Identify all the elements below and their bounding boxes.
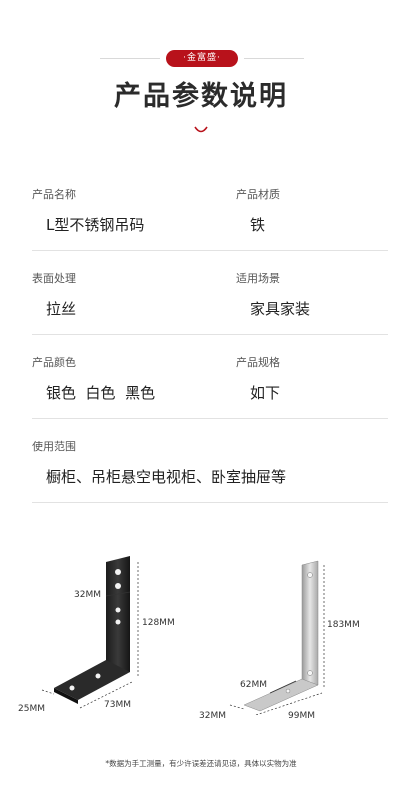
silver-width-dim: 32MM <box>199 711 226 721</box>
param-spec-value: 如下 <box>250 384 281 402</box>
brand-divider-left <box>100 58 160 59</box>
black-bracket-image <box>41 556 139 709</box>
param-row-3: 产品颜色 银色 白色 黑色 产品规格 如下 <box>32 354 388 419</box>
brand-badge: ·金富盛· <box>166 50 238 67</box>
param-material-label: 产品材质 <box>236 188 280 201</box>
param-material-value: 铁 <box>250 216 266 234</box>
silver-length-dim: 99MM <box>288 711 315 721</box>
silver-height-dim: 183MM <box>327 620 360 630</box>
param-usage: 使用范围 橱柜、吊柜悬空电视柜、卧室抽屉等 <box>32 438 388 487</box>
param-color-value: 银色 白色 黑色 <box>46 384 156 402</box>
silver-inner-dim: 62MM <box>240 680 267 690</box>
param-scene-value: 家具家装 <box>250 300 311 318</box>
page-title: 产品参数说明 <box>114 81 288 112</box>
black-height-dim: 128MM <box>142 618 175 628</box>
param-scene: 适用场景 家具家装 <box>236 270 386 319</box>
black-width-dim: 32MM <box>74 590 101 600</box>
param-row-1: 产品名称 L型不锈钢吊码 产品材质 铁 <box>32 186 388 251</box>
param-surface-label: 表面处理 <box>32 272 76 285</box>
brand-divider-right <box>244 58 304 59</box>
black-depth-dim: 25MM <box>18 704 45 714</box>
param-name-label: 产品名称 <box>32 188 76 201</box>
param-name: 产品名称 L型不锈钢吊码 <box>32 186 212 235</box>
black-length-dim: 73MM <box>104 700 131 710</box>
param-scene-label: 适用场景 <box>236 272 280 285</box>
silver-bracket-image <box>229 560 325 715</box>
param-color-label: 产品颜色 <box>32 356 76 369</box>
param-color: 产品颜色 银色 白色 黑色 <box>32 354 222 403</box>
param-row-4: 使用范围 橱柜、吊柜悬空电视柜、卧室抽屉等 <box>32 438 388 503</box>
param-name-value: L型不锈钢吊码 <box>46 216 145 234</box>
param-material: 产品材质 铁 <box>236 186 386 235</box>
param-row-2: 表面处理 拉丝 适用场景 家具家装 <box>32 270 388 335</box>
param-surface-value: 拉丝 <box>46 300 77 318</box>
param-spec-label: 产品规格 <box>236 356 280 369</box>
param-spec: 产品规格 如下 <box>236 354 386 403</box>
smile-decoration-icon <box>194 126 208 133</box>
param-surface: 表面处理 拉丝 <box>32 270 212 319</box>
param-usage-label: 使用范围 <box>32 440 76 453</box>
param-usage-value: 橱柜、吊柜悬空电视柜、卧室抽屉等 <box>46 468 287 486</box>
disclaimer-note: *数据为手工测量，有少许误差还请见谅，具体以实物为准 <box>105 759 297 768</box>
